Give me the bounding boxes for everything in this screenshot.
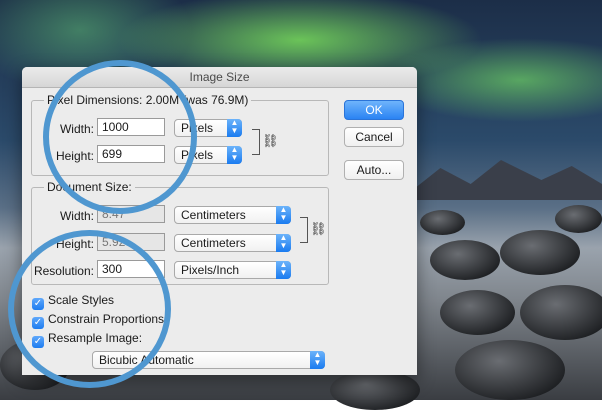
rock bbox=[520, 285, 602, 340]
updown-arrows-icon: ▲ ▼ bbox=[227, 119, 242, 137]
document-link-bracket bbox=[300, 217, 308, 243]
resolution-unit-value: Pixels/Inch bbox=[181, 263, 240, 277]
pixel-link-bracket bbox=[252, 129, 260, 155]
updown-arrows-icon: ▲ ▼ bbox=[276, 234, 291, 252]
rock bbox=[430, 240, 500, 280]
updown-arrows-icon: ▲ ▼ bbox=[310, 351, 325, 369]
rock bbox=[455, 340, 565, 400]
document-height-unit-value: Centimeters bbox=[181, 236, 246, 250]
updown-arrows-icon: ▲ ▼ bbox=[276, 206, 291, 224]
document-height-unit-select[interactable]: Centimeters ▲ ▼ bbox=[174, 234, 291, 252]
chain-link-icon: ⛓ bbox=[262, 133, 279, 148]
ok-button[interactable]: OK bbox=[344, 100, 404, 120]
auto-button[interactable]: Auto... bbox=[344, 160, 404, 180]
cancel-button[interactable]: Cancel bbox=[344, 127, 404, 147]
rock bbox=[440, 290, 515, 335]
highlight-ring-resolution-options bbox=[8, 230, 171, 388]
rock bbox=[555, 205, 602, 233]
document-width-unit-select[interactable]: Centimeters ▲ ▼ bbox=[174, 206, 291, 224]
mountain-silhouette bbox=[400, 160, 602, 200]
updown-arrows-icon: ▲ ▼ bbox=[227, 146, 242, 164]
rock bbox=[420, 210, 465, 235]
document-width-unit-value: Centimeters bbox=[181, 208, 246, 222]
highlight-ring-pixel-dimensions bbox=[43, 60, 197, 214]
rock bbox=[500, 230, 580, 275]
chain-link-icon: ⛓ bbox=[310, 221, 327, 236]
rock bbox=[330, 370, 420, 410]
resolution-unit-select[interactable]: Pixels/Inch ▲ ▼ bbox=[174, 261, 291, 279]
document-width-label: Width: bbox=[59, 209, 94, 223]
updown-arrows-icon: ▲ ▼ bbox=[276, 261, 291, 279]
